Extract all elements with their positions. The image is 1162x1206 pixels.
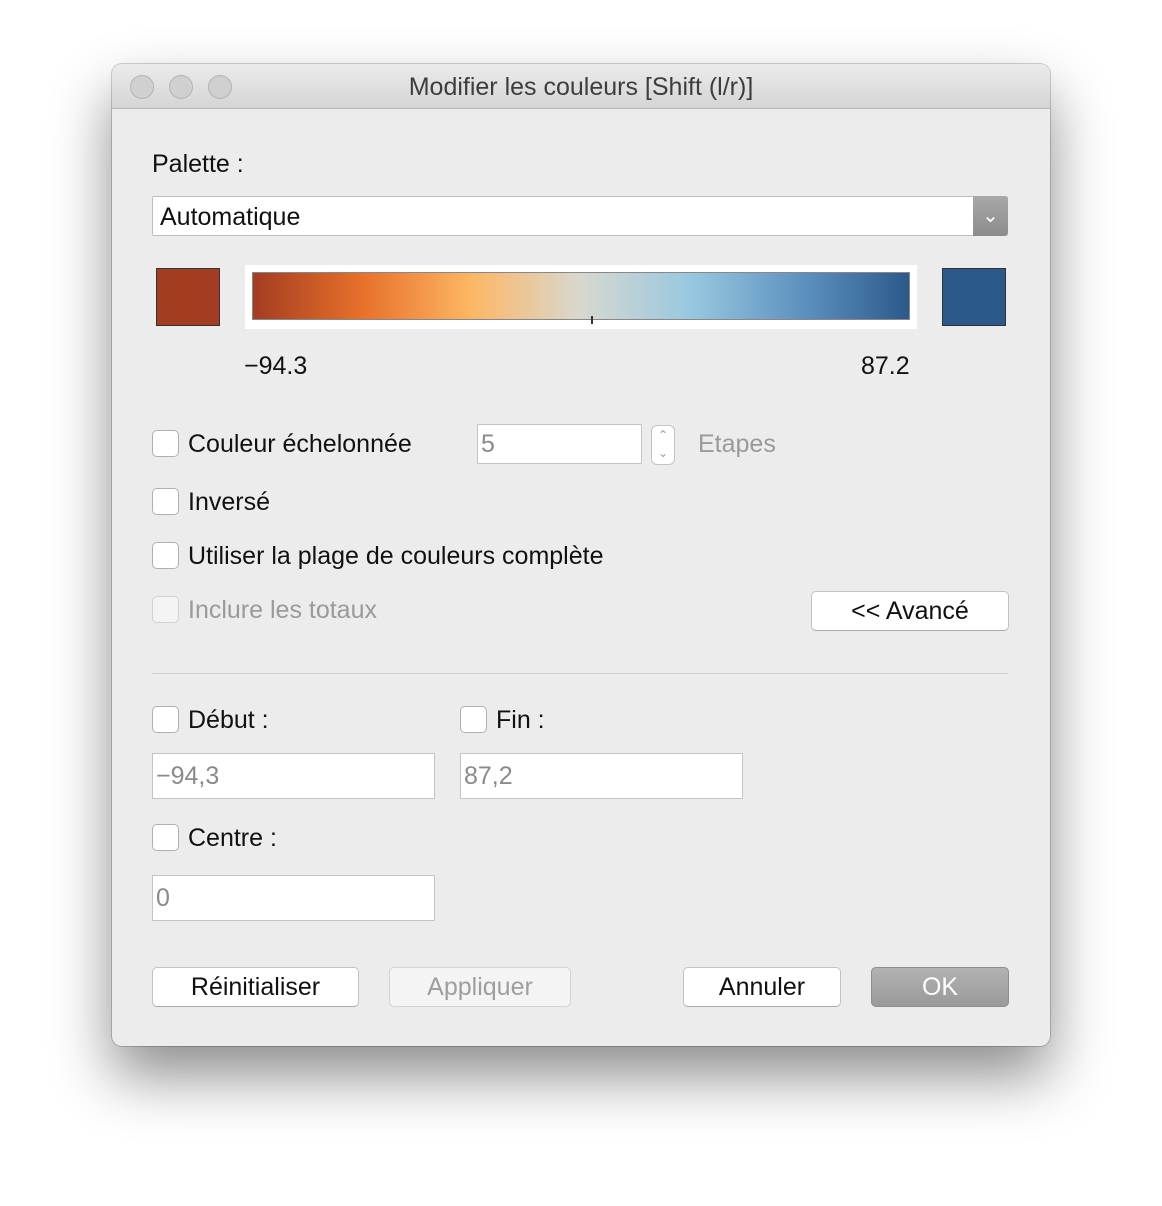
cancel-button[interactable]: Annuler (683, 967, 841, 1007)
window-title: Modifier les couleurs [Shift (l/r)] (408, 73, 754, 101)
advanced-button[interactable]: << Avancé (811, 591, 1009, 631)
range-max-label: 87.2 (861, 352, 910, 380)
ok-button[interactable]: OK (871, 967, 1009, 1007)
chevron-up-icon[interactable]: ⌃ (652, 426, 674, 444)
reset-button[interactable]: Réinitialiser (152, 967, 359, 1007)
full-range-label: Utiliser la plage de couleurs complète (188, 542, 604, 570)
chevron-down-icon: ⌄ (973, 196, 1008, 236)
start-color-swatch[interactable] (156, 268, 220, 326)
chevron-down-icon[interactable]: ⌄ (652, 444, 674, 462)
center-value-field[interactable] (152, 875, 435, 921)
stepped-color-label: Couleur échelonnée (188, 430, 412, 458)
palette-selected-value: Automatique (160, 203, 301, 231)
end-color-swatch[interactable] (942, 268, 1006, 326)
steps-input[interactable] (477, 424, 642, 464)
steps-stepper[interactable]: ⌃ ⌄ (651, 425, 675, 465)
apply-button[interactable]: Appliquer (389, 967, 571, 1007)
include-totals-label: Inclure les totaux (188, 596, 377, 624)
end-label: Fin : (496, 706, 545, 734)
center-value-input[interactable] (153, 876, 434, 920)
start-value-field[interactable] (152, 753, 435, 799)
palette-label: Palette : (152, 150, 244, 178)
stepped-color-checkbox[interactable] (152, 430, 179, 457)
end-value-field[interactable] (460, 753, 743, 799)
center-label: Centre : (188, 824, 277, 852)
range-min-label: −94.3 (244, 352, 308, 380)
gradient-preview (245, 265, 917, 329)
center-marker (591, 316, 593, 324)
end-value-input[interactable] (461, 754, 742, 798)
edit-colors-dialog: Modifier les couleurs [Shift (l/r)] Pale… (112, 64, 1050, 1046)
full-range-checkbox[interactable] (152, 542, 179, 569)
include-totals-checkbox[interactable] (152, 596, 179, 623)
title-bar: Modifier les couleurs [Shift (l/r)] (112, 64, 1050, 109)
gradient-bar (252, 272, 910, 320)
steps-input-field[interactable] (478, 425, 641, 463)
divider (152, 673, 1008, 674)
steps-label: Etapes (698, 430, 776, 458)
reversed-label: Inversé (188, 488, 270, 516)
reversed-checkbox[interactable] (152, 488, 179, 515)
palette-select[interactable]: Automatique ⌄ (152, 196, 1008, 236)
end-checkbox[interactable] (460, 706, 487, 733)
start-value-input[interactable] (153, 754, 434, 798)
center-checkbox[interactable] (152, 824, 179, 851)
start-label: Début : (188, 706, 269, 734)
start-checkbox[interactable] (152, 706, 179, 733)
